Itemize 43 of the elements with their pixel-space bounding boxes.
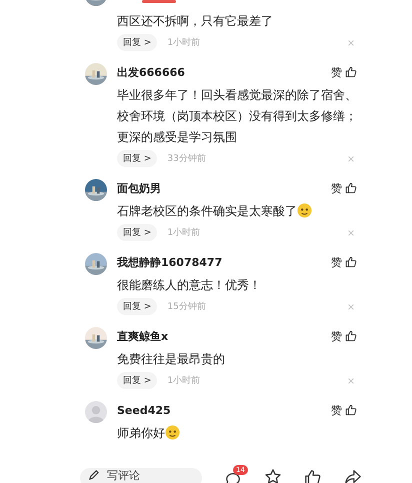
comment-text: 西区还不拆啊，只有它最差了 (117, 14, 273, 28)
username[interactable]: 我想静静16078477 (117, 254, 222, 270)
comment-text: 很能磨练人的意志！优秀！ (117, 278, 261, 292)
reply-button[interactable]: 回复 > (117, 298, 158, 315)
username[interactable]: 面包奶男 (117, 180, 161, 196)
star-icon[interactable] (264, 468, 282, 483)
like-button[interactable]: 赞 (331, 328, 357, 344)
pencil-icon (88, 469, 99, 480)
close-icon[interactable] (347, 302, 355, 310)
timestamp: 1小时前 (167, 226, 200, 239)
reply-button[interactable]: 回复 > (117, 34, 158, 51)
comment-icon[interactable] (224, 470, 242, 483)
reply-button[interactable]: 回复 > (117, 224, 158, 241)
timestamp: 1小时前 (167, 36, 200, 49)
thumbs-up-icon[interactable] (304, 468, 322, 483)
thumbs-up-icon (345, 330, 357, 342)
close-icon[interactable] (347, 228, 355, 236)
thumbs-up-icon (345, 256, 357, 268)
comment-input[interactable]: 写评论 (80, 468, 202, 483)
username[interactable]: 直爽鲸鱼x (117, 328, 168, 344)
timestamp: 15分钟前 (167, 300, 206, 313)
thumbs-up-icon (345, 66, 357, 78)
close-icon[interactable] (347, 38, 355, 46)
like-button[interactable]: 赞 (331, 180, 357, 196)
like-button[interactable]: 赞 (331, 402, 357, 418)
comment-text: 免费往往是最昂贵的 (117, 352, 225, 366)
timestamp: 33分钟前 (167, 152, 206, 165)
comment-text: 毕业很多年了！回头看感觉最深的除了宿舍、校舍环境（岗顶本校区）没有得到太多修缮；更深的感受是学习氛围 (117, 88, 357, 144)
comment-text: 师弟你好 (117, 426, 165, 440)
like-button[interactable]: 赞 (331, 64, 357, 80)
thumbs-up-icon (345, 182, 357, 194)
close-icon[interactable] (347, 376, 355, 384)
reply-button[interactable]: 回复 > (117, 150, 158, 167)
thumbs-up-icon (345, 404, 357, 416)
timestamp: 1小时前 (167, 374, 200, 387)
close-icon[interactable] (347, 154, 355, 162)
comment-text: 石牌老校区的条件确实是太寒酸了 (117, 204, 297, 218)
username[interactable]: 出发666666 (117, 64, 185, 80)
reply-button[interactable]: 回复 > (117, 372, 158, 389)
like-button[interactable]: 赞 (331, 254, 357, 270)
username[interactable]: Seed425 (117, 404, 171, 416)
share-icon[interactable] (344, 468, 362, 483)
tab-indicator (142, 0, 176, 3)
